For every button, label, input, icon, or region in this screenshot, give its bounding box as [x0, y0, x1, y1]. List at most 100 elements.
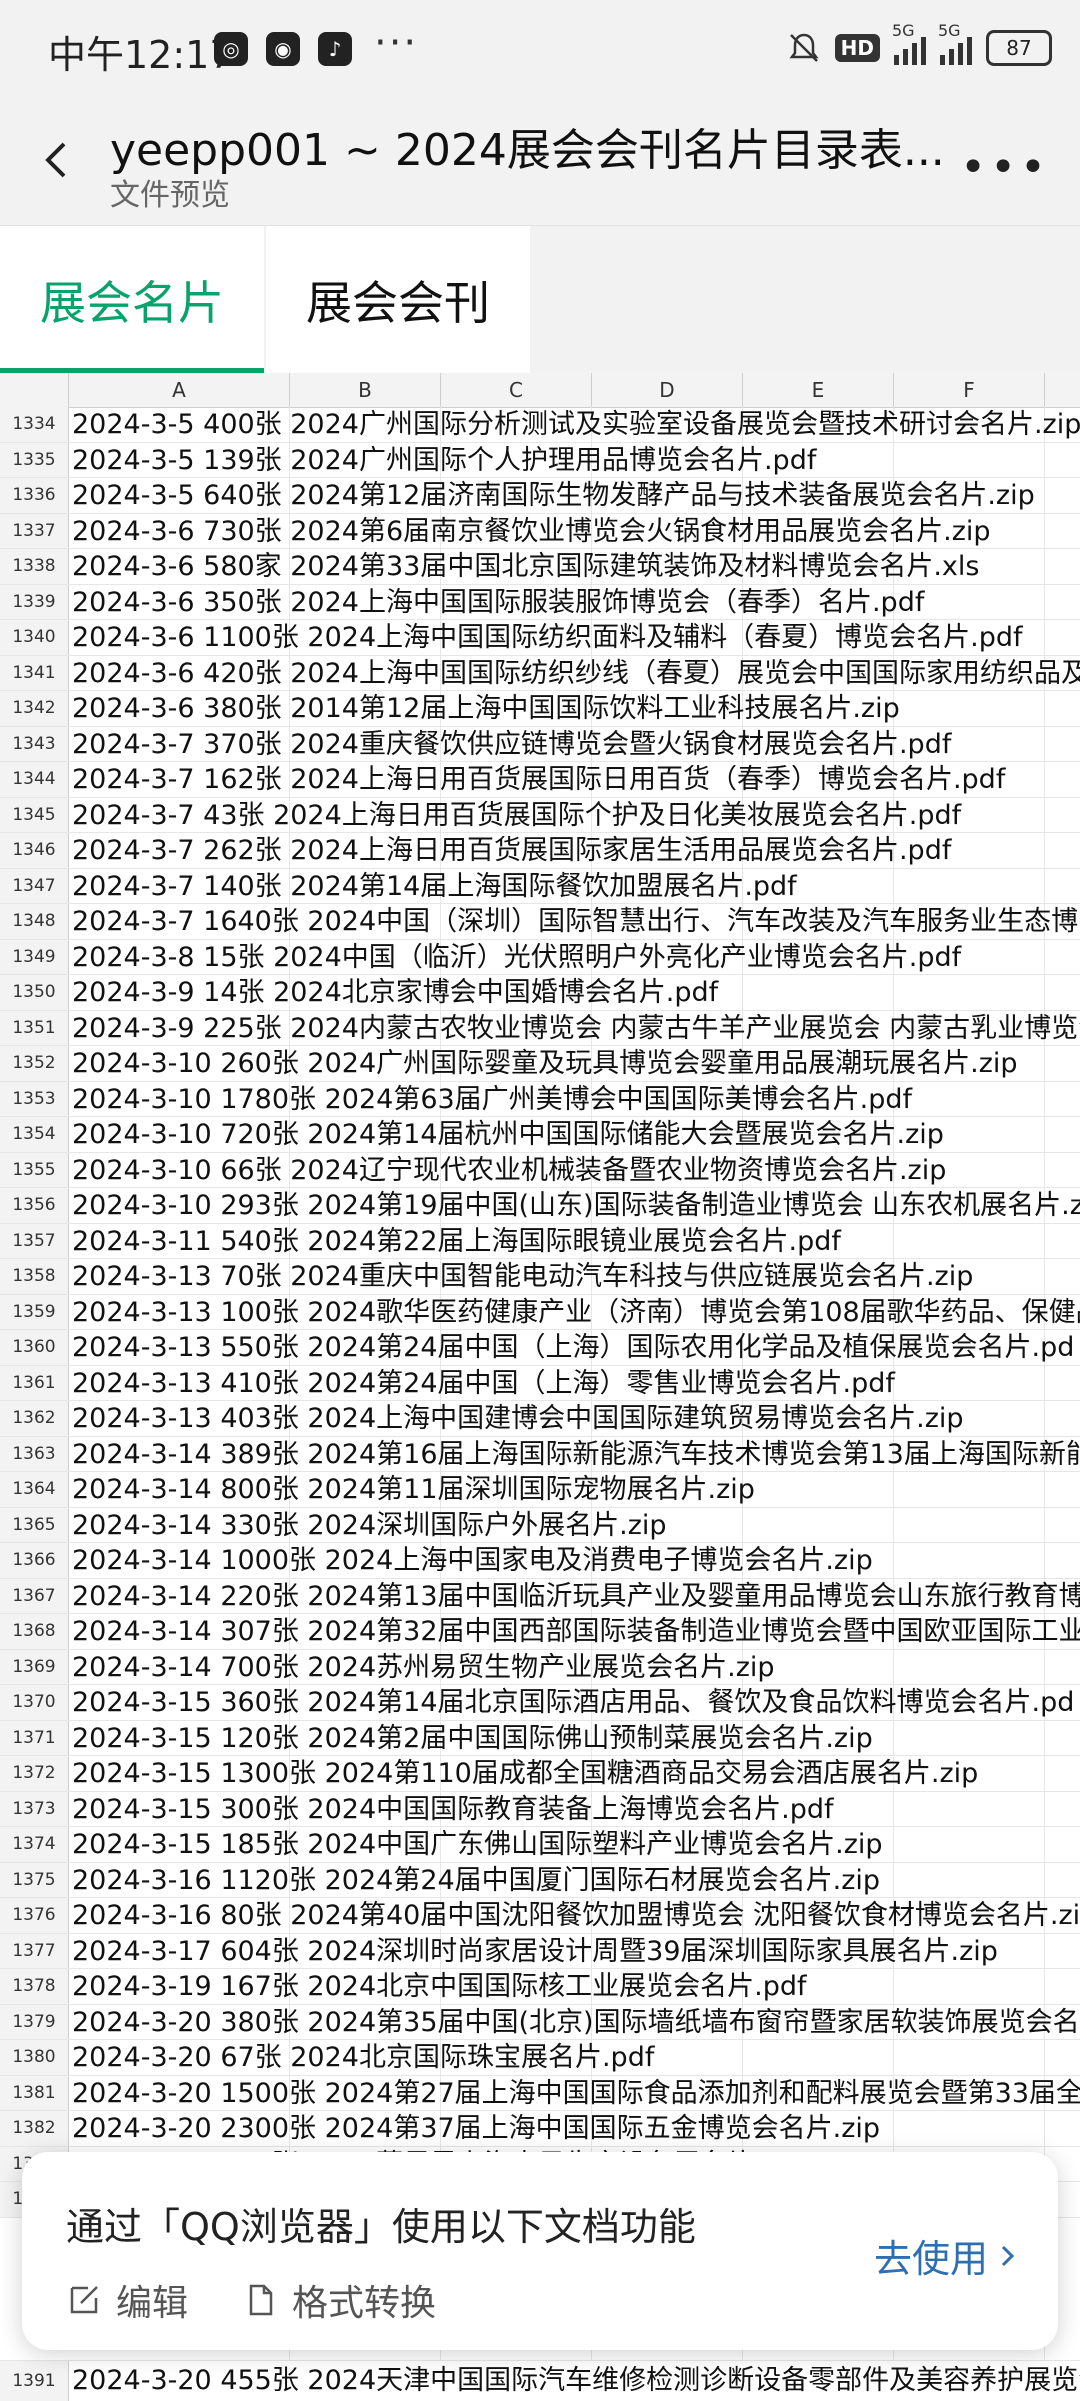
cell-a[interactable]: 2024-3-10 66张 2024辽宁现代农业机械装备暨农业物资博览会名片.z… — [72, 1153, 946, 1188]
go-use-button[interactable]: 去使用 — [874, 2228, 1018, 2283]
cell-a[interactable]: 2024-3-20 1500张 2024第27届上海中国国际食品添加剂和配料展览… — [72, 2076, 1080, 2111]
cell-a[interactable]: 2024-3-9 225张 2024内蒙古农牧业博览会 内蒙古牛羊产业展览会 内… — [72, 1011, 1080, 1046]
table-row[interactable]: 1353 2024-3-10 1780张 2024第63届广州美博会中国国际美博会… — [0, 1081, 1080, 1117]
table-row[interactable]: 1372 2024-3-15 1300张 2024第110届成都全国糖酒商品交易会… — [0, 1756, 1080, 1792]
table-row[interactable]: 1351 2024-3-9 225张 2024内蒙古农牧业博览会 内蒙古牛羊产业展… — [0, 1010, 1080, 1046]
tab-exhibition-cards[interactable]: 展会名片 — [0, 226, 264, 374]
cell-a[interactable]: 2024-3-13 100张 2024歌华医药健康产业（济南）博览会第108届歌… — [72, 1295, 1080, 1330]
cell-a[interactable]: 2024-3-15 1300张 2024第110届成都全国糖酒商品交易会酒店展名… — [72, 1756, 978, 1791]
cell-a[interactable]: 2024-3-16 80张 2024第40届中国沈阳餐饮加盟博览会 沈阳餐饮食材… — [72, 1898, 1080, 1933]
table-row[interactable]: 1335 2024-3-5 139张 2024广州国际个人护理用品博览会名片.pd… — [0, 442, 1080, 478]
cell-a[interactable]: 2024-3-11 540张 2024第22届上海国际眼镜业展览会名片.pdf — [72, 1224, 841, 1259]
cell-a[interactable]: 2024-3-6 350张 2024上海中国国际服装服饰博览会（春季）名片.pd… — [72, 585, 924, 620]
cell-a[interactable]: 2024-3-13 550张 2024第24届中国（上海）国际农用化学品及植保展… — [72, 1330, 1074, 1365]
cell-a[interactable]: 2024-3-14 307张 2024第32届中国西部国际装备制造业博览会暨中国… — [72, 1614, 1080, 1649]
cell-a[interactable]: 2024-3-20 67张 2024北京国际珠宝展名片.pdf — [72, 2040, 654, 2075]
cell-a[interactable]: 2024-3-14 800张 2024第11届深圳国际宠物展名片.zip — [72, 1472, 755, 1507]
table-row[interactable]: 1338 2024-3-6 580家 2024第33届中国北京国际建筑装饰及材料博… — [0, 549, 1080, 585]
table-row[interactable]: 1375 2024-3-16 1120张 2024第24届中国厦门国际石材展览会名… — [0, 1862, 1080, 1898]
table-row[interactable]: 1339 2024-3-6 350张 2024上海中国国际服装服饰博览会（春季）名… — [0, 584, 1080, 620]
cell-a[interactable]: 2024-3-6 730张 2024第6届南京餐饮业博览会火锅食材用品展览会名片… — [72, 514, 991, 549]
spreadsheet[interactable]: A B C D E F 1334 2024-3-5 400张 2024广州国际分析… — [0, 373, 1080, 2400]
table-row[interactable]: 1358 2024-3-13 70张 2024重庆中国智能电动汽车科技与供应链展览… — [0, 1259, 1080, 1295]
cell-a[interactable]: 2024-3-6 1100张 2024上海中国国际纺织面料及辅料（春夏）博览会名… — [72, 620, 1023, 655]
table-row[interactable]: 1355 2024-3-10 66张 2024辽宁现代农业机械装备暨农业物资博览会… — [0, 1152, 1080, 1188]
cell-a[interactable]: 2024-3-13 410张 2024第24届中国（上海）零售业博览会名片.pd… — [72, 1366, 895, 1401]
table-row[interactable]: 1373 2024-3-15 300张 2024中国国际教育装备上海博览会名片.p… — [0, 1791, 1080, 1827]
cell-a[interactable]: 2024-3-7 140张 2024第14届上海国际餐饮加盟展名片.pdf — [72, 869, 797, 904]
column-header-b[interactable]: B — [290, 373, 441, 407]
cell-a[interactable]: 2024-3-10 720张 2024第14届杭州中国国际储能大会暨展览会名片.… — [72, 1117, 944, 1152]
table-row[interactable]: 1379 2024-3-20 380张 2024第35届中国(北京)国际墙纸墙布窗… — [0, 2004, 1080, 2040]
table-row[interactable]: 1391 2024-3-20 455张 2024天津中国国际汽车维修检测诊断设备… — [0, 2360, 1080, 2401]
table-row[interactable]: 1350 2024-3-9 14张 2024北京家博会中国婚博会名片.pdf — [0, 975, 1080, 1011]
table-row[interactable]: 1377 2024-3-17 604张 2024深圳时尚家居设计周暨39届深圳国际… — [0, 1933, 1080, 1969]
table-row[interactable]: 1337 2024-3-6 730张 2024第6届南京餐饮业博览会火锅食材用品展… — [0, 513, 1080, 549]
cell-a[interactable]: 2024-3-15 120张 2024第2届中国国际佛山预制菜展览会名片.zip — [72, 1721, 873, 1756]
cell-a[interactable]: 2024-3-15 300张 2024中国国际教育装备上海博览会名片.pdf — [72, 1792, 834, 1827]
table-row[interactable]: 1343 2024-3-7 370张 2024重庆餐饮供应链博览会暨火锅食材展览会… — [0, 726, 1080, 762]
cell-a[interactable]: 2024-3-5 400张 2024广州国际分析测试及实验室设备展览会暨技术研讨… — [72, 407, 1080, 442]
column-header-d[interactable]: D — [592, 373, 743, 407]
table-row[interactable]: 1347 2024-3-7 140张 2024第14届上海国际餐饮加盟展名片.pd… — [0, 868, 1080, 904]
cell-a[interactable]: 2024-3-5 640张 2024第12届济南国际生物发酵产品与技术装备展览会… — [72, 478, 1035, 513]
cell-a[interactable]: 2024-3-14 220张 2024第13届中国临沂玩具产业及婴童用品博览会山… — [72, 1579, 1080, 1614]
cell-a[interactable]: 2024-3-10 293张 2024第19届中国(山东)国际装备制造业博览会 … — [72, 1188, 1080, 1223]
table-row[interactable]: 1359 2024-3-13 100张 2024歌华医药健康产业（济南）博览会第1… — [0, 1294, 1080, 1330]
cell-a[interactable]: 2024-3-10 260张 2024广州国际婴童及玩具博览会婴童用品展潮玩展名… — [72, 1046, 1018, 1081]
cell-a[interactable]: 2024-3-6 580家 2024第33届中国北京国际建筑装饰及材料博览会名片… — [72, 549, 979, 584]
column-header-f[interactable]: F — [894, 373, 1045, 407]
cell-a[interactable]: 2024-3-7 162张 2024上海日用百货展国际日用百货（春季）博览会名片… — [72, 762, 1005, 797]
table-row[interactable]: 1366 2024-3-14 1000张 2024上海中国家电及消费电子博览会名片… — [0, 1543, 1080, 1579]
cell-a[interactable]: 2024-3-6 380张 2014第12届上海中国国际饮料工业科技展名片.zi… — [72, 691, 900, 726]
cell-a[interactable]: 2024-3-13 70张 2024重庆中国智能电动汽车科技与供应链展览会名片.… — [72, 1259, 973, 1294]
cell-a[interactable]: 2024-3-17 604张 2024深圳时尚家居设计周暨39届深圳国际家具展名… — [72, 1934, 998, 1969]
cell-a[interactable]: 2024-3-13 403张 2024上海中国建博会中国国际建筑贸易博览会名片.… — [72, 1401, 964, 1436]
table-row[interactable]: 1374 2024-3-15 185张 2024中国广东佛山国际塑料产业博览会名片… — [0, 1827, 1080, 1863]
cell-a[interactable]: 2024-3-7 262张 2024上海日用百货展国际家居生活用品展览会名片.p… — [72, 833, 951, 868]
cell-a[interactable]: 2024-3-14 389张 2024第16届上海国际新能源汽车技术博览会第13… — [72, 1437, 1080, 1472]
column-header-e[interactable]: E — [743, 373, 894, 407]
table-row[interactable]: 1341 2024-3-6 420张 2024上海中国国际纺织纱线（春夏）展览会中… — [0, 655, 1080, 691]
table-row[interactable]: 1381 2024-3-20 1500张 2024第27届上海中国国际食品添加剂和… — [0, 2075, 1080, 2111]
table-row[interactable]: 1365 2024-3-14 330张 2024深圳国际户外展名片.zip — [0, 1507, 1080, 1543]
table-row[interactable]: 1336 2024-3-5 640张 2024第12届济南国际生物发酵产品与技术装… — [0, 478, 1080, 514]
column-header-a[interactable]: A — [69, 373, 290, 407]
table-row[interactable]: 1362 2024-3-13 403张 2024上海中国建博会中国国际建筑贸易博览… — [0, 1401, 1080, 1437]
table-row[interactable]: 1369 2024-3-14 700张 2024苏州易贸生物产业展览会名片.zip — [0, 1649, 1080, 1685]
cell-a[interactable]: 2024-3-20 455张 2024天津中国国际汽车维修检测诊断设备零部件及美… — [72, 2361, 1080, 2401]
cell-a[interactable]: 2024-3-8 15张 2024中国（临沂）光伏照明户外亮化产业博览会名片.p… — [72, 940, 961, 975]
cell-a[interactable]: 2024-3-10 1780张 2024第63届广州美博会中国国际美博会名片.p… — [72, 1082, 912, 1117]
back-arrow-icon[interactable] — [30, 130, 90, 190]
table-row[interactable]: 1342 2024-3-6 380张 2014第12届上海中国国际饮料工业科技展名… — [0, 691, 1080, 727]
cell-a[interactable]: 2024-3-14 700张 2024苏州易贸生物产业展览会名片.zip — [72, 1650, 775, 1685]
table-row[interactable]: 1348 2024-3-7 1640张 2024中国（深圳）国际智慧出行、汽车改装… — [0, 904, 1080, 940]
table-row[interactable]: 1368 2024-3-14 307张 2024第32届中国西部国际装备制造业博览… — [0, 1614, 1080, 1650]
table-row[interactable]: 1382 2024-3-20 2300张 2024第37届上海中国国际五金博览会名… — [0, 2111, 1080, 2147]
corner-cell[interactable] — [0, 373, 69, 407]
cell-a[interactable]: 2024-3-6 420张 2024上海中国国际纺织纱线（春夏）展览会中国国际家… — [72, 656, 1080, 691]
column-header-c[interactable]: C — [441, 373, 592, 407]
table-row[interactable]: 1356 2024-3-10 293张 2024第19届中国(山东)国际装备制造业… — [0, 1188, 1080, 1224]
cell-a[interactable]: 2024-3-16 1120张 2024第24届中国厦门国际石材展览会名片.zi… — [72, 1863, 880, 1898]
table-row[interactable]: 1340 2024-3-6 1100张 2024上海中国国际纺织面料及辅料（春夏）… — [0, 620, 1080, 656]
cell-a[interactable]: 2024-3-7 43张 2024上海日用百货展国际个护及日化美妆展览会名片.p… — [72, 798, 961, 833]
cell-a[interactable]: 2024-3-15 185张 2024中国广东佛山国际塑料产业博览会名片.zip — [72, 1827, 883, 1862]
table-row[interactable]: 1334 2024-3-5 400张 2024广州国际分析测试及实验室设备展览会暨… — [0, 407, 1080, 443]
table-row[interactable]: 1352 2024-3-10 260张 2024广州国际婴童及玩具博览会婴童用品展… — [0, 1046, 1080, 1082]
table-row[interactable]: 1378 2024-3-19 167张 2024北京中国国际核工业展览会名片.pd… — [0, 1969, 1080, 2005]
table-row[interactable]: 1367 2024-3-14 220张 2024第13届中国临沂玩具产业及婴童用品… — [0, 1578, 1080, 1614]
table-row[interactable]: 1360 2024-3-13 550张 2024第24届中国（上海）国际农用化学品… — [0, 1330, 1080, 1366]
table-row[interactable]: 1363 2024-3-14 389张 2024第16届上海国际新能源汽车技术博览… — [0, 1436, 1080, 1472]
tab-exhibition-catalog[interactable]: 展会会刊 — [266, 226, 530, 374]
table-row[interactable]: 1346 2024-3-7 262张 2024上海日用百货展国际家居生活用品展览会… — [0, 833, 1080, 869]
cell-a[interactable]: 2024-3-7 370张 2024重庆餐饮供应链博览会暨火锅食材展览会名片.p… — [72, 727, 951, 762]
table-row[interactable]: 1364 2024-3-14 800张 2024第11届深圳国际宠物展名片.zip — [0, 1472, 1080, 1508]
table-row[interactable]: 1370 2024-3-15 360张 2024第14届北京国际酒店用品、餐饮及食… — [0, 1685, 1080, 1721]
cell-a[interactable]: 2024-3-9 14张 2024北京家博会中国婚博会名片.pdf — [72, 975, 718, 1010]
cell-a[interactable]: 2024-3-7 1640张 2024中国（深圳）国际智慧出行、汽车改装及汽车服… — [72, 904, 1080, 939]
table-row[interactable]: 1371 2024-3-15 120张 2024第2届中国国际佛山预制菜展览会名片… — [0, 1720, 1080, 1756]
cell-a[interactable]: 2024-3-14 330张 2024深圳国际户外展名片.zip — [72, 1508, 667, 1543]
table-row[interactable]: 1345 2024-3-7 43张 2024上海日用百货展国际个护及日化美妆展览会… — [0, 797, 1080, 833]
cell-a[interactable]: 2024-3-20 2300张 2024第37届上海中国国际五金博览会名片.zi… — [72, 2111, 880, 2146]
